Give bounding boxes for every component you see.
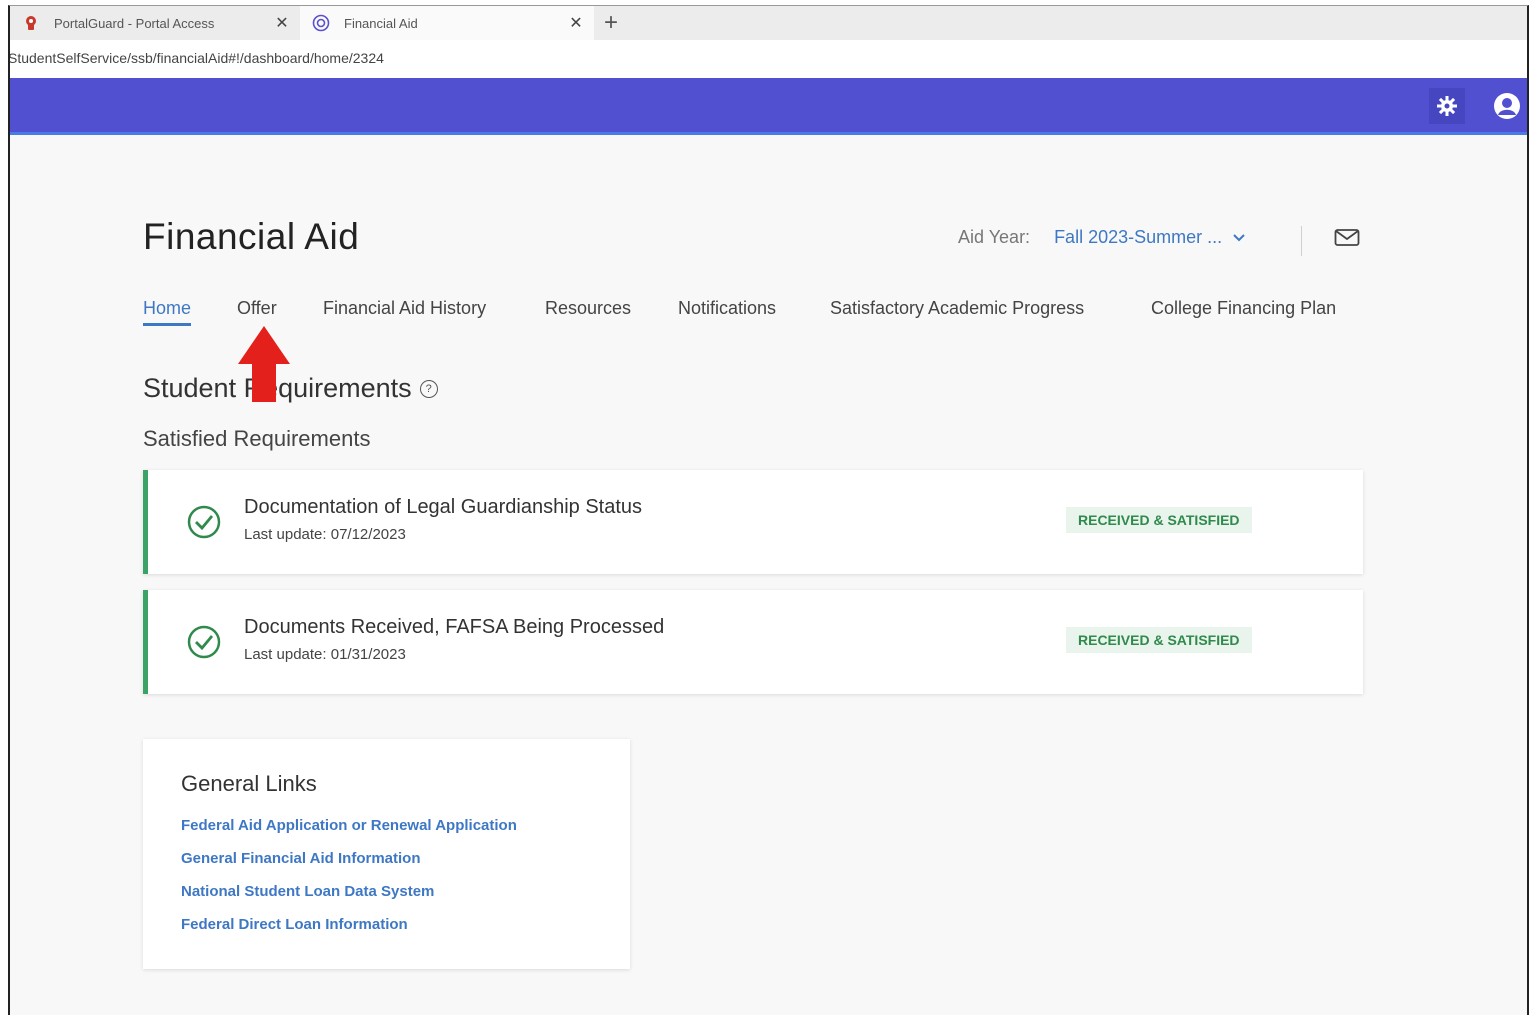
- requirement-name: Documents Received, FAFSA Being Processe…: [244, 616, 665, 638]
- gear-icon[interactable]: [1429, 88, 1465, 124]
- tab-satisfactory-academic-progress[interactable]: Satisfactory Academic Progress: [830, 298, 1084, 319]
- requirement-last-update: Last update: 01/31/2023: [244, 646, 406, 663]
- link-federal-direct-loan-information[interactable]: Federal Direct Loan Information: [181, 916, 408, 933]
- general-links-title: General Links: [181, 771, 317, 796]
- requirement-card[interactable]: Documentation of Legal Guardianship Stat…: [143, 470, 1363, 574]
- help-icon[interactable]: ?: [419, 379, 438, 398]
- tab-notifications[interactable]: Notifications: [678, 298, 776, 319]
- header-divider: [1301, 226, 1302, 256]
- check-circle-icon: [186, 504, 222, 545]
- link-general-financial-aid-information[interactable]: General Financial Aid Information: [181, 850, 420, 867]
- tab-title: PortalGuard - Portal Access: [54, 15, 215, 31]
- tab-resources[interactable]: Resources: [545, 298, 631, 319]
- tab-financial-aid-history[interactable]: Financial Aid History: [323, 298, 486, 319]
- financial-aid-icon: [312, 14, 330, 32]
- close-icon[interactable]: ✕: [566, 13, 586, 33]
- new-tab-button[interactable]: +: [604, 10, 618, 36]
- browser-tab-financial-aid[interactable]: Financial Aid ✕: [300, 6, 594, 40]
- check-circle-icon: [186, 624, 222, 665]
- red-arrow-annotation: [236, 324, 292, 409]
- status-badge: RECEIVED & SATISFIED: [1066, 627, 1252, 653]
- tab-title: Financial Aid: [344, 15, 418, 31]
- link-federal-aid-application[interactable]: Federal Aid Application or Renewal Appli…: [181, 817, 517, 834]
- requirement-name: Documentation of Legal Guardianship Stat…: [244, 496, 643, 518]
- tab-college-financing-plan[interactable]: College Financing Plan: [1151, 298, 1336, 319]
- status-badge: RECEIVED & SATISFIED: [1066, 507, 1252, 533]
- link-national-student-loan-data-system[interactable]: National Student Loan Data System: [181, 883, 434, 900]
- aid-year-label: Aid Year:: [958, 227, 1031, 247]
- tab-offer[interactable]: Offer: [237, 298, 277, 319]
- user-icon[interactable]: [1489, 88, 1525, 124]
- aid-year-value[interactable]: Fall 2023-Summer ...: [1054, 227, 1222, 248]
- tab-home[interactable]: Home: [143, 298, 192, 326]
- aid-year-selector[interactable]: Aid Year: Fall 2023-Summer ...: [958, 227, 1246, 248]
- browser-window: PortalGuard - Portal Access ✕ Financial …: [8, 5, 1529, 1015]
- general-links-card: General Links Federal Aid Application or…: [143, 739, 630, 969]
- page-title: Financial Aid: [143, 216, 360, 257]
- requirement-card[interactable]: Documents Received, FAFSA Being Processe…: [143, 590, 1363, 694]
- chevron-down-icon[interactable]: [1232, 227, 1246, 248]
- portalguard-icon: [22, 14, 40, 32]
- close-icon[interactable]: ✕: [272, 13, 292, 33]
- browser-tab-bar: PortalGuard - Portal Access ✕ Financial …: [10, 6, 1527, 40]
- mail-icon[interactable]: [1334, 228, 1360, 253]
- address-bar[interactable]: StudentSelfService/ssb/financialAid#!/da…: [10, 40, 1527, 79]
- requirement-last-update: Last update: 07/12/2023: [244, 526, 406, 543]
- satisfied-requirements-heading: Satisfied Requirements: [143, 426, 371, 451]
- browser-tab-portalguard[interactable]: PortalGuard - Portal Access ✕: [10, 6, 300, 40]
- app-header: [10, 78, 1527, 135]
- url-text[interactable]: StudentSelfService/ssb/financialAid#!/da…: [10, 50, 384, 66]
